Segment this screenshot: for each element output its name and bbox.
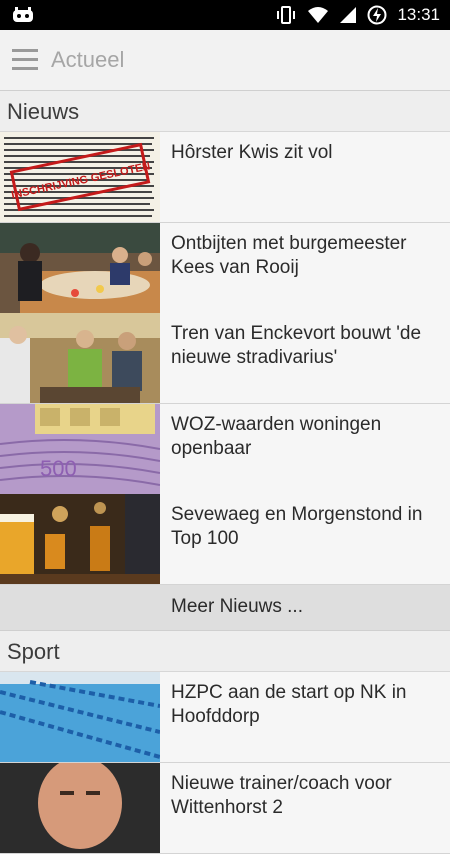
sport-thumbnail [0, 672, 160, 762]
signal-icon [340, 7, 357, 23]
sport-thumbnail [0, 763, 160, 853]
news-item-title: Hôrster Kwis zit vol [171, 142, 333, 163]
section-title: Sport [7, 639, 60, 664]
sport-item[interactable]: HZPC aan de start op NK in Hoofddorp [0, 672, 450, 763]
news-item-title: Sevewaeg en Morgenstond in Top 100 [171, 504, 423, 549]
page-title: Actueel [51, 47, 125, 72]
section-header-nieuws: Nieuws [0, 91, 450, 132]
notification-robot-icon [13, 7, 33, 22]
wifi-icon [308, 7, 329, 23]
news-item[interactable]: INSCHRIJVING GESLOTEN Hôrster Kwis zit v… [0, 132, 450, 223]
status-time: 13:31 [397, 5, 440, 24]
vibrate-icon [277, 6, 296, 24]
more-news-label: Meer Nieuws ... [171, 596, 303, 617]
more-news-button[interactable]: Meer Nieuws ... [0, 585, 450, 631]
news-thumbnail: INSCHRIJVING GESLOTEN [0, 132, 160, 222]
menu-icon[interactable] [12, 49, 38, 71]
section-title: Nieuws [7, 99, 80, 124]
news-item[interactable]: Tren van Enckevort bouwt 'de nieuwe stra… [0, 313, 450, 404]
sport-item-title: HZPC aan de start op NK in Hoofddorp [171, 682, 407, 727]
news-thumbnail [0, 494, 160, 584]
app-bar: Actueel [0, 30, 450, 91]
news-item[interactable]: 500 WOZ-waarden woningen openbaar [0, 404, 450, 495]
sport-item-title: Nieuwe trainer/coach voor Wittenhorst 2 [171, 773, 392, 818]
news-thumbnail [0, 313, 160, 403]
news-thumbnail: 500 [0, 404, 160, 494]
section-header-sport: Sport [0, 631, 450, 672]
news-item[interactable]: Ontbijten met burgemeester Kees van Rooi… [0, 223, 450, 314]
news-item-title: Ontbijten met burgemeester Kees van Rooi… [171, 233, 407, 278]
news-item-title: Tren van Enckevort bouwt 'de nieuwe stra… [171, 323, 422, 368]
news-item[interactable]: Sevewaeg en Morgenstond in Top 100 [0, 494, 450, 585]
battery-icon [367, 5, 387, 25]
sport-item[interactable]: Nieuwe trainer/coach voor Wittenhorst 2 [0, 763, 450, 854]
news-thumbnail [0, 223, 160, 313]
status-bar: 13:31 [0, 0, 450, 30]
svg-text:500: 500 [40, 456, 77, 481]
news-item-title: WOZ-waarden woningen openbaar [171, 414, 382, 459]
